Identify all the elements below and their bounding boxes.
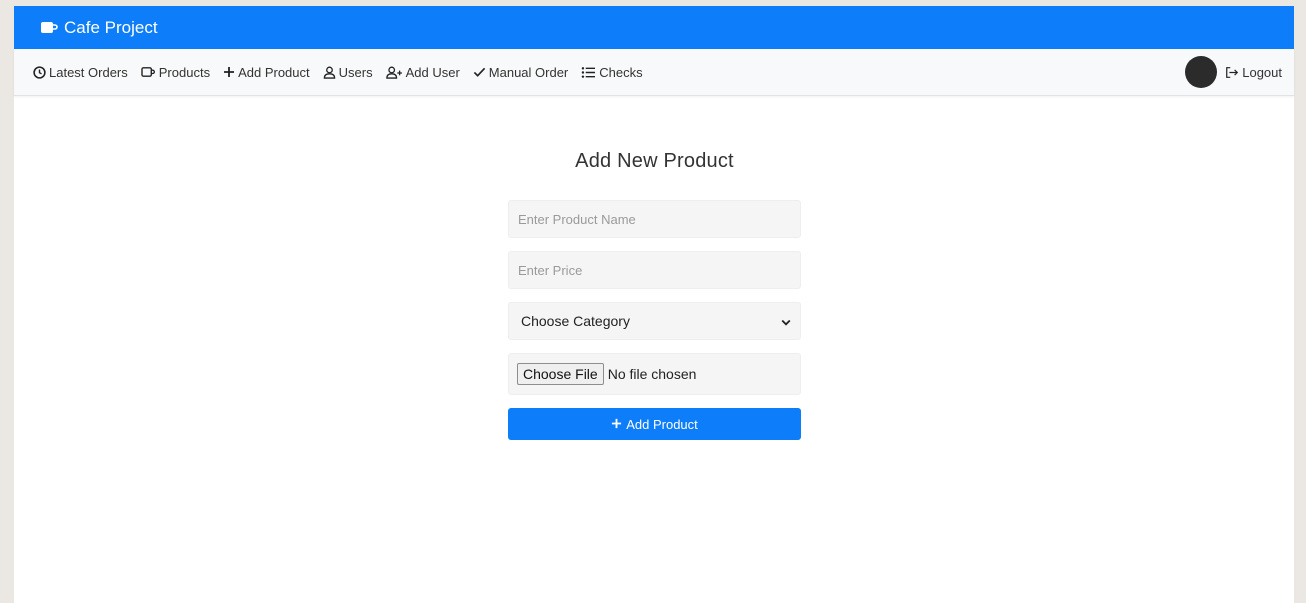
product-name-placeholder: Enter Product Name — [518, 211, 636, 227]
logout-label: Logout — [1242, 64, 1282, 80]
category-selected-value: Choose Category — [521, 313, 630, 329]
nav-item-products[interactable]: Products — [141, 65, 210, 80]
product-image-file-input[interactable]: Choose File No file chosen — [508, 353, 801, 395]
add-product-form: Add New Product Enter Product Name Enter… — [508, 150, 801, 440]
logout-button[interactable]: Logout — [1225, 65, 1282, 80]
logout-icon — [1225, 66, 1239, 79]
check-icon — [473, 66, 486, 78]
clock-icon — [33, 65, 46, 79]
file-status: No file chosen — [607, 366, 697, 382]
nav-item-label: Manual Order — [488, 64, 569, 80]
nav-item-label: Users — [338, 64, 373, 80]
nav-item-label: Products — [158, 64, 211, 80]
choose-file-button[interactable]: Choose File — [517, 363, 604, 385]
user-plus-icon — [385, 66, 403, 79]
nav-bar: Latest Orders Products Add Product Users — [14, 49, 1294, 96]
nav-item-latest-orders[interactable]: Latest Orders — [33, 65, 128, 80]
nav-item-manual-order[interactable]: Manual Order — [473, 65, 568, 80]
nav-item-checks[interactable]: Checks — [581, 64, 643, 80]
avatar[interactable] — [1185, 56, 1218, 88]
price-placeholder: Enter Price — [518, 262, 583, 278]
nav-item-add-product[interactable]: Add Product — [223, 65, 310, 80]
brand-bar: Cafe Project — [14, 6, 1294, 49]
nav-item-label: Latest Orders — [49, 64, 128, 80]
page-frame: Cafe Project Latest Orders Products Add — [14, 6, 1294, 603]
user-icon — [323, 66, 336, 79]
nav-menu: Latest Orders Products Add Product Users — [33, 65, 643, 80]
nav-item-label: Checks — [599, 64, 643, 80]
plus-icon — [223, 66, 235, 78]
add-product-button[interactable]: Add Product — [508, 408, 801, 440]
cup-icon — [141, 66, 156, 79]
page-title: Add New Product — [575, 150, 734, 172]
nav-item-label: Add Product — [238, 64, 310, 80]
nav-user-area: Logout — [1185, 56, 1282, 88]
nav-item-add-user[interactable]: Add User — [385, 64, 460, 80]
category-select[interactable]: Choose Category — [508, 302, 801, 340]
product-name-input[interactable]: Enter Product Name — [508, 200, 801, 238]
chevron-down-icon — [781, 313, 791, 329]
price-input[interactable]: Enter Price — [508, 251, 801, 289]
plus-icon — [611, 417, 622, 432]
nav-item-label: Add User — [405, 64, 460, 80]
nav-item-users[interactable]: Users — [323, 65, 373, 80]
brand-title[interactable]: Cafe Project — [64, 18, 158, 38]
add-product-button-label: Add Product — [626, 416, 698, 432]
list-icon — [581, 66, 596, 79]
cup-icon — [40, 20, 58, 36]
